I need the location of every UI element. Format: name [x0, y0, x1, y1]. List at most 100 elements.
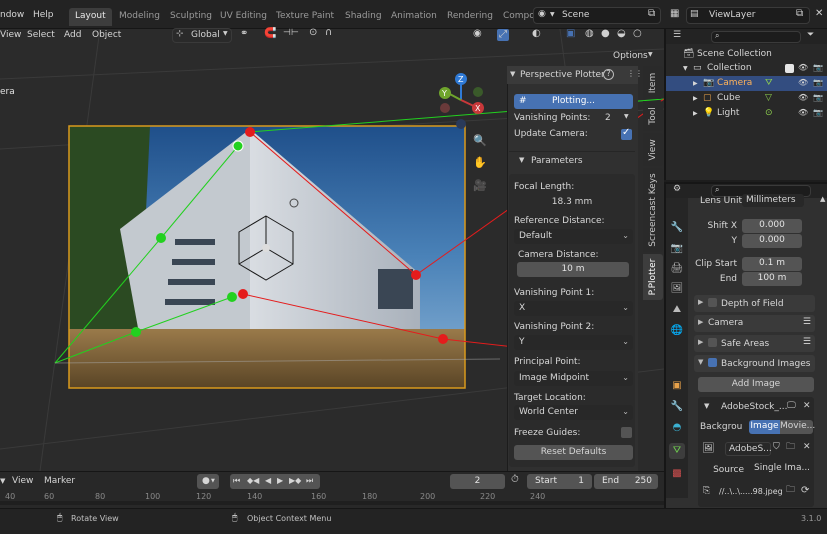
tab-workspace-shading[interactable]: Shading	[339, 8, 388, 26]
options-dropdown[interactable]: Options	[613, 51, 648, 61]
safe-areas-checkbox[interactable]	[708, 338, 717, 347]
object-props-icon[interactable]: ▣	[669, 378, 685, 394]
guide-handle[interactable]	[438, 334, 448, 344]
tab-screencast-keys[interactable]: Screencast Keys	[643, 168, 663, 252]
display-mode-icon[interactable]: ☰	[673, 31, 681, 40]
guide-handle[interactable]	[238, 289, 248, 299]
filter-icon[interactable]: ⏷	[807, 31, 814, 40]
falloff-icon[interactable]: ∩	[325, 28, 332, 38]
movie-tab[interactable]: Movie...	[780, 420, 815, 434]
vp1-dropdown[interactable]: X ⌄	[514, 301, 633, 316]
guide-handle[interactable]	[227, 292, 237, 302]
plotting-button[interactable]: # Plotting...	[514, 94, 633, 109]
principal-point-dropdown[interactable]: Image Midpoint ⌄	[514, 371, 633, 386]
tab-item[interactable]: Item	[643, 66, 663, 99]
play-icon[interactable]: ▶	[277, 476, 283, 485]
start-frame-field[interactable]: Start 1	[527, 474, 592, 489]
prev-keyframe-icon[interactable]: ◆◀	[247, 476, 259, 485]
stopwatch-icon[interactable]: ⏱	[511, 475, 519, 485]
image-browse-icon[interactable]: 🖼	[702, 444, 715, 454]
image-path-field[interactable]: //..\..\.....98.jpeg	[716, 485, 784, 499]
outliner-item[interactable]: ▼ ▭ Collection 👁 📷	[666, 61, 827, 76]
rendered-shading-icon[interactable]: ○	[633, 29, 642, 39]
next-keyframe-icon[interactable]: ▶◆	[289, 476, 301, 485]
move-handle[interactable]	[232, 140, 244, 152]
expand-icon[interactable]: ▶	[693, 110, 698, 117]
guide-handle[interactable]	[411, 270, 421, 280]
vanishing-points-value[interactable]: 2	[605, 113, 611, 123]
scroll-up-icon[interactable]: ▲	[820, 196, 825, 203]
outliner-item[interactable]: 🗃 Scene Collection	[666, 47, 827, 62]
current-frame-field[interactable]: 2	[450, 474, 505, 489]
view-layer-props-icon[interactable]: 🖼	[669, 281, 685, 297]
eye-icon[interactable]: 👁	[798, 63, 808, 72]
collapse-icon[interactable]: ▼	[683, 65, 688, 72]
timeline-scrollbar[interactable]	[0, 501, 664, 505]
presets-icon[interactable]: ☰	[803, 317, 811, 327]
update-camera-checkbox[interactable]	[621, 127, 632, 140]
target-location-dropdown[interactable]: World Center ⌄	[514, 405, 633, 420]
outliner-search-input[interactable]	[711, 31, 801, 43]
navigation-gizmo[interactable]: Z X Y	[432, 70, 490, 130]
close-icon[interactable]: ✕	[803, 402, 811, 411]
image-name-field[interactable]: AdobeS...	[725, 442, 772, 456]
output-props-icon[interactable]: 🖨	[669, 261, 685, 277]
jump-start-icon[interactable]: ⏮	[233, 476, 240, 486]
camera-data-icon[interactable]: ⛛	[765, 78, 773, 88]
visibility-icon[interactable]: ◉	[473, 29, 482, 39]
tool-props-icon[interactable]: 🔧	[669, 220, 685, 236]
tab-p-plotter[interactable]: P.Plotter	[643, 254, 663, 300]
play-reverse-icon[interactable]: ◀	[265, 476, 271, 485]
render-visibility-icon[interactable]: 📷	[813, 78, 823, 87]
close-icon[interactable]: ✕	[815, 9, 823, 19]
lens-unit-dropdown[interactable]: Millimeters	[742, 194, 804, 207]
render-visibility-icon[interactable]: 📷	[813, 63, 823, 72]
timeline-menu-marker[interactable]: Marker	[44, 476, 75, 486]
guide-handle[interactable]	[156, 233, 166, 243]
chevron-down-icon[interactable]: ▼	[0, 478, 5, 485]
light-data-icon[interactable]: ⊙	[765, 108, 773, 118]
depth-of-field-panel[interactable]: ▶ Depth of Field	[694, 295, 815, 312]
zoom-icon[interactable]: 🔍	[473, 135, 487, 146]
solid-shading-icon[interactable]: ●	[601, 29, 610, 39]
new-view-layer-icon[interactable]: ⧉	[796, 9, 803, 19]
collapse-icon[interactable]: ▼	[510, 71, 515, 78]
background-images-panel[interactable]: ▼ Background Images	[694, 355, 815, 372]
object-data-props-icon[interactable]: ⛛	[669, 443, 685, 459]
snap-target-icon[interactable]: ⊣⊢	[283, 29, 299, 38]
safe-areas-panel[interactable]: ▶ Safe Areas ☰	[694, 335, 815, 352]
outliner-item[interactable]: ▶ 💡 Light ⊙ 👁 📷	[666, 106, 827, 121]
shift-x-field[interactable]: 0.000	[742, 219, 802, 233]
render-visibility-icon[interactable]: 📷	[813, 93, 823, 102]
proportional-edit-icon[interactable]: ⊙	[309, 28, 317, 38]
close-icon[interactable]: ✕	[803, 443, 811, 452]
help-icon[interactable]: ?	[603, 69, 614, 80]
pivot-icon[interactable]: ⚭	[240, 29, 248, 39]
mesh-data-icon[interactable]: ▽	[765, 93, 772, 103]
tab-workspace-sculpting[interactable]: Sculpting	[164, 8, 218, 26]
reference-distance-dropdown[interactable]: Default ⌄	[514, 229, 633, 244]
auto-keying-button[interactable]: ● ▼	[197, 474, 219, 489]
pan-hand-icon[interactable]: ✋	[473, 157, 487, 168]
tab-workspace-modeling[interactable]: Modeling	[113, 8, 166, 26]
expand-icon[interactable]: ▶	[693, 95, 698, 102]
source-dropdown[interactable]: Single Ima...	[750, 462, 812, 476]
folder-icon[interactable]: 🗀	[786, 486, 795, 495]
outliner-item[interactable]: ▶ ▢ Cube ▽ 👁 📷	[666, 91, 827, 106]
material-shading-icon[interactable]: ◒	[617, 29, 626, 39]
gizmo-toggle-icon[interactable]: ⤢	[497, 29, 509, 41]
scene-props-icon[interactable]: ⛰	[669, 302, 685, 318]
collapse-icon[interactable]: ▼	[704, 403, 709, 410]
tab-workspace-texture-paint[interactable]: Texture Paint	[270, 8, 340, 26]
modifier-props-icon[interactable]: 🔧	[669, 399, 685, 415]
menu-window[interactable]: ndow	[0, 10, 24, 20]
eye-icon[interactable]: 👁	[798, 93, 808, 102]
tab-workspace-uv-editing[interactable]: UV Editing	[214, 8, 273, 26]
camera-view-icon[interactable]: 🎥	[473, 180, 487, 191]
render-props-icon[interactable]: 📷	[669, 241, 685, 257]
editor-type-icon[interactable]: ⚙	[673, 185, 681, 194]
freeze-guides-checkbox[interactable]	[621, 427, 632, 438]
tab-workspace-layout[interactable]: Layout	[69, 8, 112, 26]
depth-of-field-checkbox[interactable]	[708, 298, 717, 307]
timeline-menu-view[interactable]: View	[12, 476, 33, 486]
